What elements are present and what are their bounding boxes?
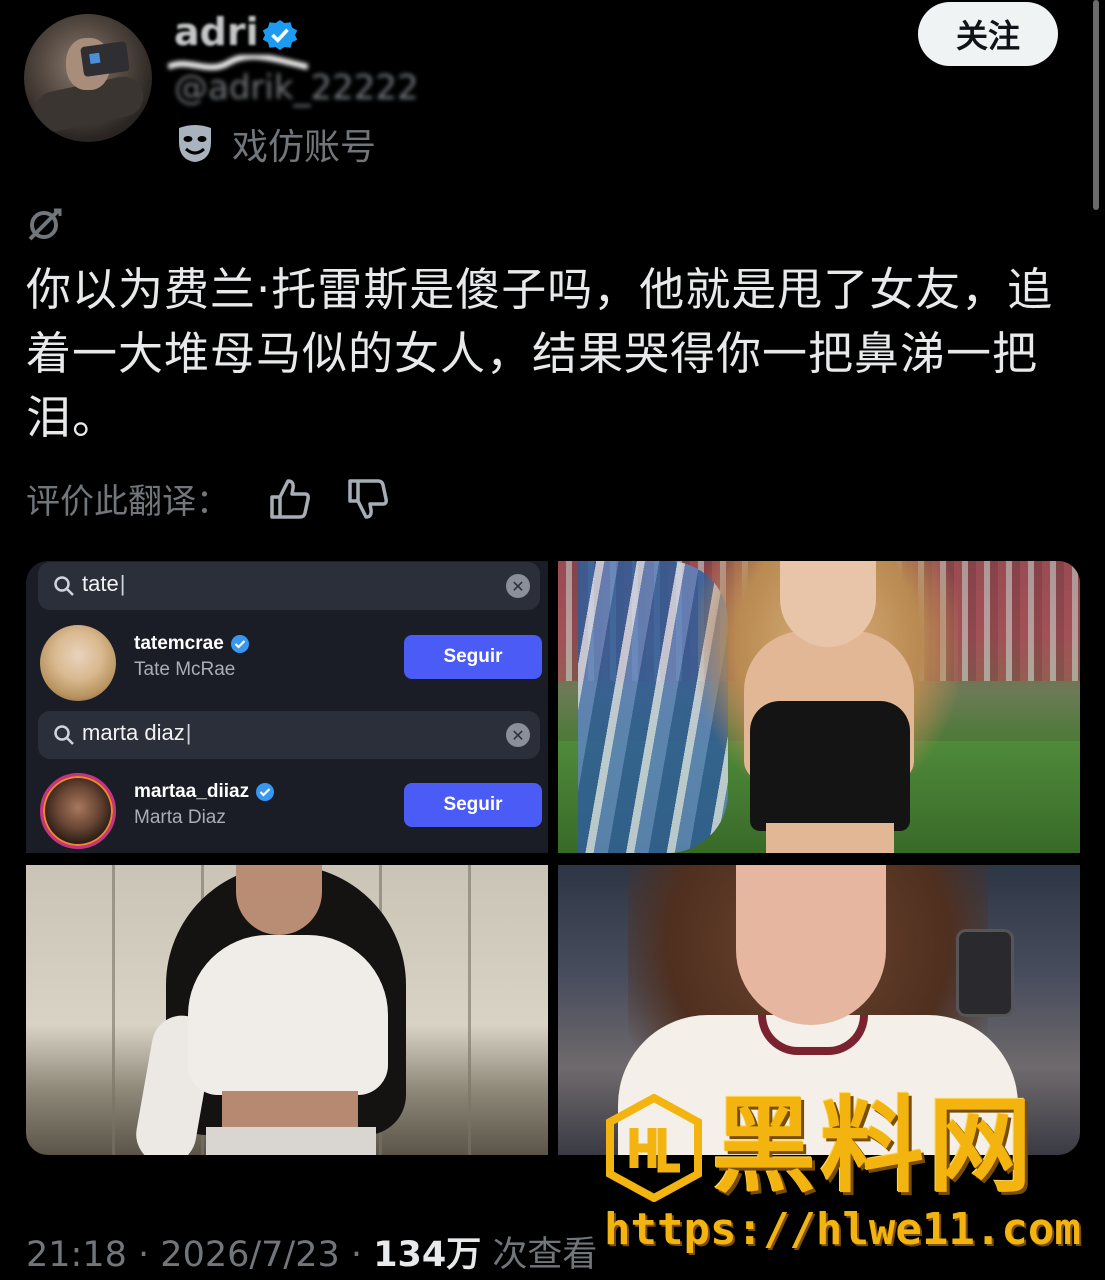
search-icon	[54, 725, 74, 745]
clear-icon[interactable]: ✕	[506, 723, 530, 747]
parody-mask-icon	[179, 125, 211, 162]
media-image-1[interactable]: tate ✕ tatemcrae Tate McRae Seguir marta…	[26, 561, 548, 853]
scrollbar[interactable]	[1093, 0, 1099, 210]
result-avatar	[40, 773, 116, 849]
result-username: martaa_diiaz	[134, 781, 275, 803]
watermark-url: https://hlwe11.com	[604, 1204, 1081, 1255]
rate-translation-row: 评价此翻译：	[26, 474, 390, 523]
meta-separator: ·	[350, 1235, 363, 1275]
result-fullname: Marta Diaz	[134, 807, 226, 828]
avatar[interactable]	[24, 14, 152, 142]
tweet-time[interactable]: 21:18	[26, 1235, 127, 1275]
search-result-2[interactable]: martaa_diiaz Marta Diaz Seguir	[36, 765, 546, 851]
verified-badge-icon	[262, 20, 298, 50]
user-handle[interactable]: @adrik_22222	[174, 68, 419, 108]
search-result-1[interactable]: tatemcrae Tate McRae Seguir	[36, 617, 546, 703]
search-query[interactable]: marta diaz	[82, 720, 191, 746]
media-image-3[interactable]	[26, 865, 548, 1155]
result-fullname: Tate McRae	[134, 659, 236, 680]
clear-icon[interactable]: ✕	[506, 574, 530, 598]
result-avatar	[40, 625, 116, 701]
watermark-brand: 黑料网	[712, 1085, 1037, 1207]
search-bar-1[interactable]: tate ✕	[38, 562, 540, 610]
verified-badge-icon	[256, 783, 275, 801]
parody-label: 戏仿账号	[232, 127, 377, 168]
meta-separator: ·	[138, 1235, 150, 1275]
thumbs-down-icon[interactable]	[346, 477, 390, 521]
follow-button[interactable]: 关注	[918, 2, 1058, 66]
tweet-date[interactable]: 2026/7/23	[160, 1235, 339, 1275]
views-count: 134万	[373, 1235, 482, 1275]
verified-badge-icon	[230, 635, 249, 653]
rate-translation-label: 评价此翻译：	[26, 482, 230, 522]
watermark-logo-icon	[606, 1094, 702, 1202]
search-query[interactable]: tate	[82, 571, 125, 597]
tweet-text: 你以为费兰·托雷斯是傻子吗，他就是甩了女友，追着一大堆母马似的女人，结果哭得你一…	[26, 263, 1054, 444]
views-label: 次查看	[492, 1235, 598, 1275]
parody-account-label: 戏仿账号	[176, 118, 376, 170]
search-bar-2[interactable]: marta diaz ✕	[38, 711, 540, 759]
media-image-2[interactable]	[558, 561, 1080, 853]
result-username: tatemcrae	[134, 633, 250, 655]
seguir-button[interactable]: Seguir	[404, 635, 542, 679]
search-icon	[54, 576, 74, 596]
translate-icon	[28, 208, 62, 241]
seguir-button[interactable]: Seguir	[404, 783, 542, 827]
display-name[interactable]: adri	[174, 10, 259, 54]
tweet-meta: 21:18 · 2026/7/23 · 134万 次查看	[26, 1226, 597, 1277]
thumbs-up-icon[interactable]	[268, 477, 312, 521]
